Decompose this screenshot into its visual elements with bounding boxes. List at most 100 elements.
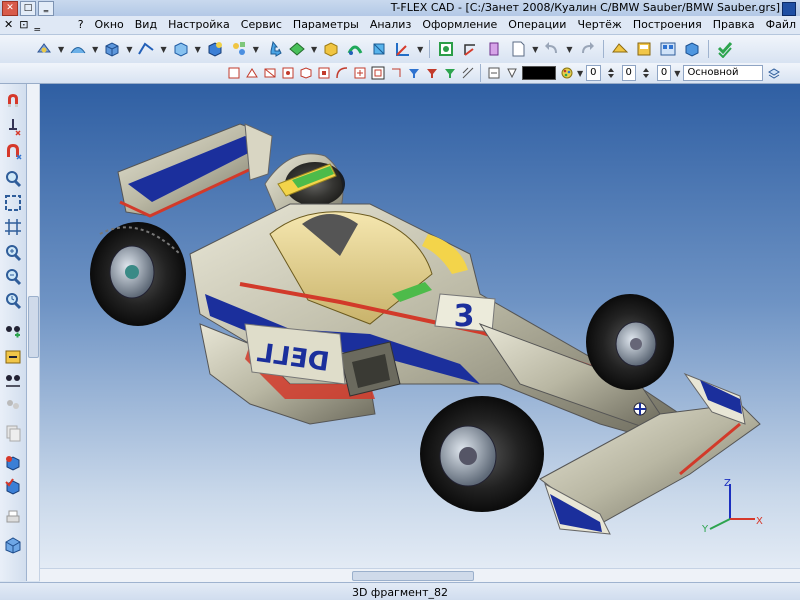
shaded-icon[interactable] <box>321 39 341 59</box>
zoom-in-icon[interactable] <box>2 242 24 264</box>
doc-close-button[interactable]: ✕ <box>4 18 13 31</box>
save-icon[interactable] <box>634 39 654 59</box>
dropdown-arrow-icon[interactable]: ▼ <box>417 45 423 54</box>
dropdown-arrow-icon[interactable]: ▼ <box>577 69 583 78</box>
layers-icon[interactable] <box>2 370 24 392</box>
priority-field[interactable]: 0 <box>621 65 636 81</box>
section-icon[interactable] <box>287 39 307 59</box>
pin-icon[interactable] <box>2 116 24 138</box>
select-body-icon[interactable] <box>298 65 313 81</box>
dropdown-arrow-icon[interactable]: ▼ <box>566 45 572 54</box>
menu-operations[interactable]: Операции <box>508 18 566 31</box>
select-op-icon[interactable] <box>352 65 367 81</box>
solid-icon[interactable] <box>205 39 225 59</box>
menu-settings[interactable]: Настройка <box>168 18 230 31</box>
measure-icon[interactable] <box>484 39 504 59</box>
select-icon[interactable] <box>2 422 24 444</box>
dropdown-arrow-icon[interactable]: ▼ <box>532 45 538 54</box>
dropdown-arrow-icon[interactable]: ▼ <box>160 45 166 54</box>
scale-icon[interactable] <box>460 39 480 59</box>
pan-arrow-icon[interactable] <box>2 346 24 368</box>
palette-icon[interactable] <box>559 65 574 81</box>
3d-viewport[interactable]: DELL 3 Z X Y <box>40 84 800 568</box>
level-field[interactable]: 0 <box>586 65 601 81</box>
window-minimize-button[interactable]: ‗ <box>38 1 54 16</box>
dropdown-arrow-icon[interactable]: ▼ <box>253 45 259 54</box>
select-sketch-icon[interactable] <box>388 65 403 81</box>
doc-minimize-button[interactable]: ‗ <box>34 18 40 31</box>
dropdown-arrow-icon[interactable]: ▼ <box>126 45 132 54</box>
dropdown-arrow-icon[interactable]: ▼ <box>58 45 64 54</box>
parts-icon[interactable] <box>229 39 249 59</box>
copy-icon[interactable] <box>610 39 630 59</box>
zoom-icon[interactable] <box>2 168 24 190</box>
priority-spin-icon[interactable] <box>639 65 654 81</box>
copy-view-icon[interactable] <box>2 394 24 416</box>
select-vertex-icon[interactable] <box>280 65 295 81</box>
menu-file[interactable]: Файл <box>766 18 796 31</box>
zoom-prev-icon[interactable] <box>2 290 24 312</box>
pan-icon[interactable] <box>369 39 389 59</box>
level-spin-icon[interactable] <box>604 65 619 81</box>
box-icon[interactable] <box>102 39 122 59</box>
filter-a-icon[interactable] <box>406 65 421 81</box>
cube-check-icon[interactable] <box>2 476 24 498</box>
iso-icon[interactable] <box>2 534 24 556</box>
dropdown-arrow-icon[interactable]: ▼ <box>674 69 680 78</box>
menu-service[interactable]: Сервис <box>241 18 282 31</box>
line-weight-icon[interactable] <box>504 65 519 81</box>
menu-edit[interactable]: Правка <box>713 18 755 31</box>
cube-select-icon[interactable] <box>2 452 24 474</box>
horizontal-scroll-thumb[interactable] <box>352 571 474 581</box>
options-icon[interactable] <box>34 39 54 59</box>
color-swatch[interactable] <box>522 66 556 80</box>
frame-icon[interactable] <box>2 216 24 238</box>
menu-drawing[interactable]: Чертёж <box>577 18 621 31</box>
sphere-icon[interactable] <box>345 39 365 59</box>
filter-icon[interactable] <box>226 65 241 81</box>
vertical-scroll-thumb[interactable] <box>28 296 39 358</box>
surface-icon[interactable] <box>68 39 88 59</box>
menu-parameters[interactable]: Параметры <box>293 18 359 31</box>
view-cube-icon[interactable] <box>682 39 702 59</box>
magnet-icon[interactable] <box>2 90 24 112</box>
menu-window[interactable]: Окно <box>95 18 124 31</box>
filter-b-icon[interactable] <box>424 65 439 81</box>
layer-select[interactable]: Основной <box>683 65 764 81</box>
select-loop-icon[interactable] <box>316 65 331 81</box>
line-type-icon[interactable] <box>486 65 501 81</box>
rotate-icon[interactable] <box>436 39 456 59</box>
check-icon[interactable] <box>715 39 735 59</box>
move-icon[interactable] <box>263 39 283 59</box>
layers-icon[interactable] <box>766 65 781 81</box>
window-close-button[interactable]: ✕ <box>2 1 18 16</box>
select-frame-icon[interactable] <box>370 65 385 81</box>
menu-help[interactable]: ? <box>78 18 84 31</box>
edge-icon[interactable] <box>136 39 156 59</box>
select-path-icon[interactable] <box>334 65 349 81</box>
coords-icon[interactable] <box>393 39 413 59</box>
filter-c-icon[interactable] <box>442 65 457 81</box>
cube-icon[interactable] <box>171 39 191 59</box>
select-edge-icon[interactable] <box>262 65 277 81</box>
window-maximize-button[interactable]: □ <box>20 1 36 16</box>
car-model[interactable]: DELL 3 Z X Y <box>40 84 800 568</box>
dropdown-arrow-icon[interactable]: ▼ <box>195 45 201 54</box>
menu-construct[interactable]: Построения <box>633 18 702 31</box>
dropdown-arrow-icon[interactable]: ▼ <box>92 45 98 54</box>
print-icon[interactable] <box>2 506 24 528</box>
view-icon[interactable] <box>658 39 678 59</box>
snap-icon[interactable] <box>2 140 24 162</box>
redo-icon[interactable] <box>577 39 597 59</box>
points-icon[interactable] <box>2 320 24 342</box>
select-face-icon[interactable] <box>244 65 259 81</box>
undo-icon[interactable] <box>542 39 562 59</box>
menu-view[interactable]: Вид <box>135 18 157 31</box>
menu-analysis[interactable]: Анализ <box>370 18 412 31</box>
doc-restore-button[interactable]: ⊡ <box>19 18 28 31</box>
doc-icon[interactable] <box>508 39 528 59</box>
vertical-scrollbar[interactable] <box>27 84 40 581</box>
horizontal-scrollbar[interactable] <box>40 568 800 582</box>
menu-format[interactable]: Оформление <box>422 18 497 31</box>
fit-icon[interactable] <box>2 192 24 214</box>
